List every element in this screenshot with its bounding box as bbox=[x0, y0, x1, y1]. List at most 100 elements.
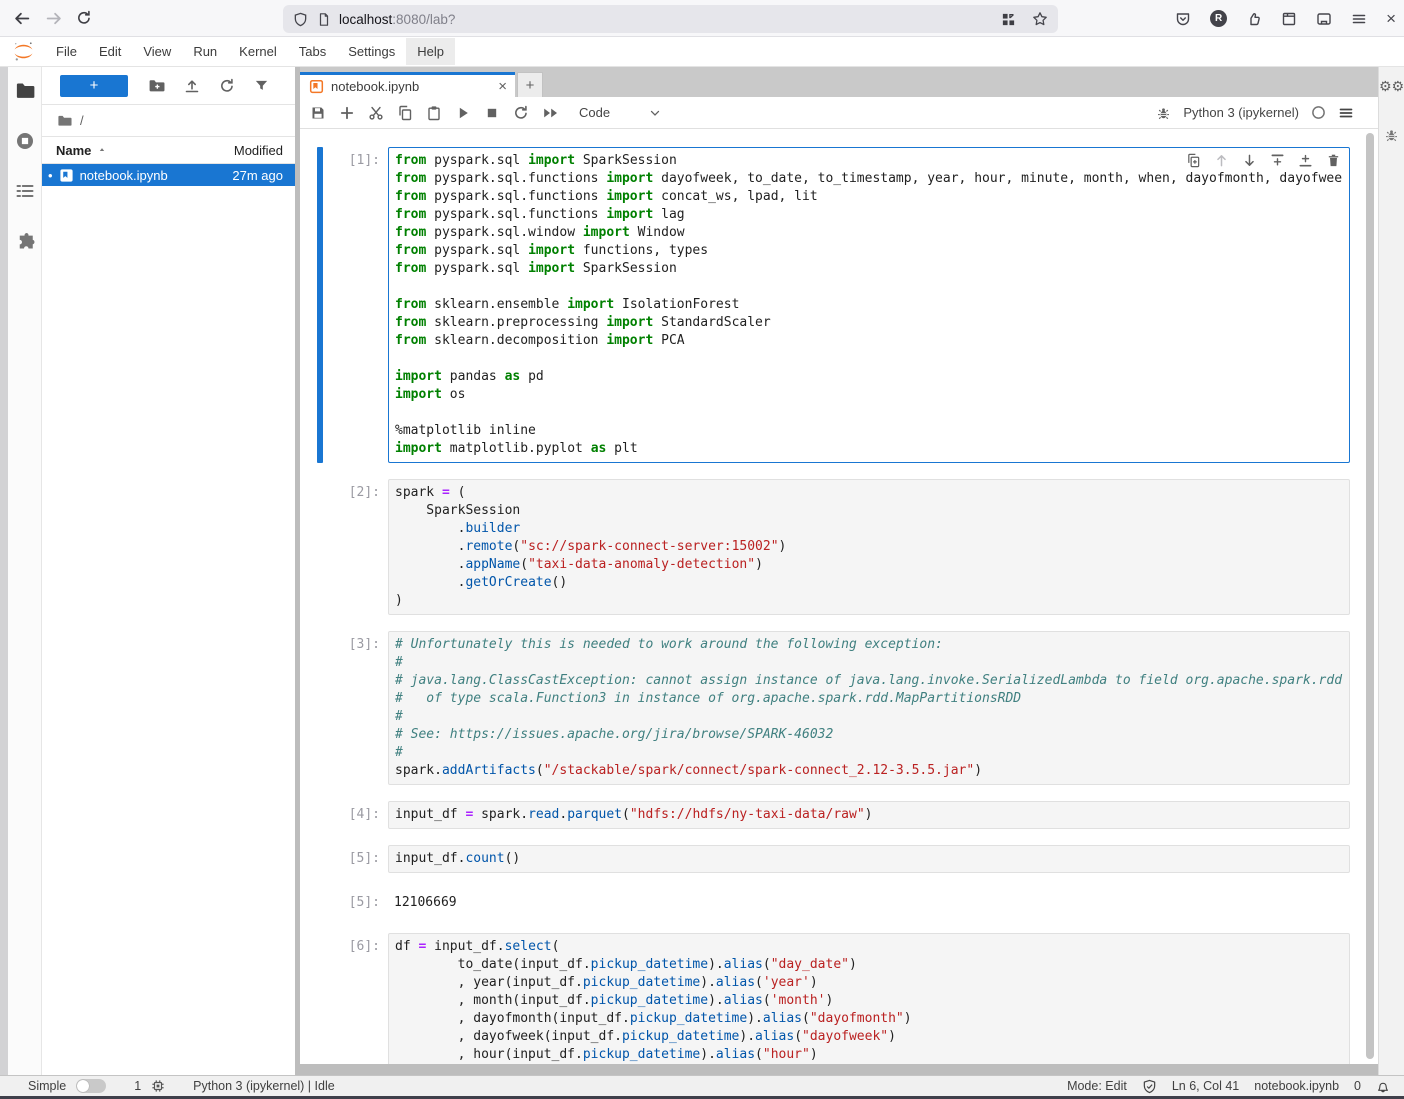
modified-column-header[interactable]: Modified bbox=[234, 143, 283, 158]
move-up-icon[interactable] bbox=[1214, 153, 1229, 168]
duplicate-icon[interactable] bbox=[1186, 153, 1201, 168]
menu-items: FileEditViewRunKernelTabsSettingsHelp bbox=[45, 37, 455, 66]
menu-item-file[interactable]: File bbox=[45, 38, 88, 65]
sort-ascending-icon[interactable] bbox=[97, 145, 107, 155]
library-icon[interactable] bbox=[1281, 11, 1297, 27]
new-tab-button[interactable]: + bbox=[517, 72, 543, 97]
file-browser-panel: + / Name Modified • bbox=[42, 67, 295, 1075]
running-kernels-icon[interactable] bbox=[15, 131, 35, 151]
notebook-menu-icon[interactable] bbox=[1338, 105, 1354, 121]
account-avatar[interactable]: R bbox=[1210, 10, 1227, 27]
name-column-header[interactable]: Name bbox=[56, 143, 91, 158]
code-line: spark.addArtifacts("/stackable/spark/con… bbox=[395, 762, 1343, 780]
stop-icon[interactable] bbox=[484, 105, 500, 121]
notification-count[interactable]: 0 bbox=[1354, 1079, 1361, 1093]
new-launcher-button[interactable]: + bbox=[60, 75, 128, 97]
cell-input[interactable]: spark = ( SparkSession .builder .remote(… bbox=[388, 479, 1350, 615]
add-cell-icon[interactable] bbox=[339, 105, 355, 121]
insert-above-icon[interactable] bbox=[1270, 153, 1285, 168]
file-list-headers: Name Modified bbox=[42, 137, 295, 164]
debugger-sidebar-icon[interactable] bbox=[1384, 127, 1399, 143]
pocket-icon[interactable] bbox=[1175, 11, 1191, 27]
trust-shield-icon[interactable] bbox=[1142, 1079, 1157, 1094]
restart-kernel-icon[interactable] bbox=[513, 105, 529, 121]
close-window-icon[interactable]: × bbox=[1386, 9, 1396, 29]
simple-mode-toggle[interactable] bbox=[76, 1079, 106, 1093]
kernel-name[interactable]: Python 3 (ipykernel) bbox=[1183, 105, 1299, 120]
notebook-file-icon bbox=[59, 168, 74, 183]
cursor-position[interactable]: Ln 6, Col 41 bbox=[1172, 1079, 1239, 1093]
breadcrumb-root[interactable]: / bbox=[80, 113, 84, 128]
file-list-item[interactable]: • notebook.ipynb 27m ago bbox=[42, 164, 295, 186]
code-line: , year(input_df.pickup_datetime).alias('… bbox=[395, 974, 1343, 992]
menu-item-view[interactable]: View bbox=[132, 38, 182, 65]
menu-item-help[interactable]: Help bbox=[406, 38, 455, 65]
breadcrumb[interactable]: / bbox=[42, 105, 295, 137]
cell-input[interactable]: # Unfortunately this is needed to work a… bbox=[388, 631, 1350, 785]
filter-icon[interactable] bbox=[254, 77, 269, 94]
code-line: # bbox=[395, 744, 1343, 762]
sidebar-icon[interactable] bbox=[1316, 11, 1332, 27]
back-icon[interactable] bbox=[14, 10, 31, 27]
debugger-bug-icon[interactable] bbox=[1156, 105, 1171, 121]
save-icon[interactable] bbox=[310, 105, 326, 121]
bell-icon[interactable] bbox=[1376, 1079, 1390, 1094]
url-bar[interactable]: localhost:8080/lab? bbox=[283, 5, 1058, 33]
cut-icon[interactable] bbox=[368, 105, 384, 121]
extension-manager-icon[interactable] bbox=[15, 231, 35, 251]
tab-notebook[interactable]: notebook.ipynb × bbox=[300, 72, 515, 97]
table-of-contents-icon[interactable] bbox=[15, 181, 35, 201]
kernel-status-text[interactable]: Python 3 (ipykernel) | Idle bbox=[193, 1079, 335, 1093]
cell-type-dropdown[interactable]: Code bbox=[579, 105, 662, 120]
paste-icon[interactable] bbox=[426, 105, 442, 121]
move-down-icon[interactable] bbox=[1242, 153, 1257, 168]
new-folder-icon[interactable] bbox=[148, 77, 165, 94]
cell-input[interactable]: input_df = spark.read.parquet("hdfs://hd… bbox=[388, 801, 1350, 829]
code-line bbox=[395, 350, 1343, 368]
forward-icon[interactable] bbox=[45, 10, 62, 27]
cell-input[interactable]: from pyspark.sql import SparkSessionfrom… bbox=[388, 147, 1350, 463]
run-all-icon[interactable] bbox=[542, 105, 560, 121]
file-browser-icon[interactable] bbox=[15, 81, 35, 101]
extension-icon[interactable] bbox=[1246, 11, 1262, 27]
upload-icon[interactable] bbox=[184, 77, 200, 94]
cell-input[interactable]: df = input_df.select( to_date(input_df.p… bbox=[388, 933, 1350, 1064]
status-bar: Simple 1 Python 3 (ipykernel) | Idle Mod… bbox=[0, 1075, 1404, 1096]
code-line: ) bbox=[395, 592, 1343, 610]
tab-title: notebook.ipynb bbox=[331, 79, 491, 94]
refresh-icon[interactable] bbox=[219, 77, 235, 94]
bookmark-star-icon[interactable] bbox=[1032, 11, 1048, 27]
menu-item-run[interactable]: Run bbox=[182, 38, 228, 65]
code-line: # java.lang.ClassCastException: cannot a… bbox=[395, 672, 1343, 690]
delete-icon[interactable] bbox=[1326, 153, 1341, 168]
status-filename[interactable]: notebook.ipynb bbox=[1254, 1079, 1339, 1093]
cell-prompt: [5]: bbox=[300, 894, 380, 912]
chevron-down-icon bbox=[648, 106, 662, 120]
menu-icon[interactable] bbox=[1351, 11, 1367, 27]
menu-item-settings[interactable]: Settings bbox=[337, 38, 406, 65]
screenshot-grid-icon[interactable] bbox=[1001, 12, 1016, 27]
menu-item-edit[interactable]: Edit bbox=[88, 38, 132, 65]
reload-icon[interactable] bbox=[76, 10, 92, 26]
code-line: 12106669 bbox=[394, 894, 1344, 912]
property-inspector-icon[interactable]: ⚙⚙ bbox=[1379, 79, 1404, 93]
code-line: import os bbox=[395, 386, 1343, 404]
kernel-status-icon[interactable] bbox=[1311, 105, 1326, 120]
shield-icon[interactable] bbox=[293, 12, 308, 27]
notebook-scrollbar[interactable] bbox=[1366, 133, 1374, 1059]
code-line: to_date(input_df.pickup_datetime).alias(… bbox=[395, 956, 1343, 974]
copy-icon[interactable] bbox=[397, 105, 413, 121]
menu-item-tabs[interactable]: Tabs bbox=[288, 38, 337, 65]
mode-indicator[interactable]: Mode: Edit bbox=[1067, 1079, 1127, 1093]
tab-close-icon[interactable]: × bbox=[498, 79, 507, 94]
jupyterlab-shell: + / Name Modified • bbox=[0, 67, 1404, 1075]
kernel-chip-icon[interactable] bbox=[151, 1079, 165, 1093]
run-icon[interactable] bbox=[455, 105, 471, 121]
cell-input[interactable]: input_df.count() bbox=[388, 845, 1350, 873]
cell-collapser[interactable] bbox=[317, 147, 323, 463]
unsaved-dot: • bbox=[48, 169, 53, 182]
insert-below-icon[interactable] bbox=[1298, 153, 1313, 168]
menu-item-kernel[interactable]: Kernel bbox=[228, 38, 288, 65]
kernel-count[interactable]: 1 bbox=[134, 1079, 141, 1093]
code-text: spark = ( SparkSession .builder .remote(… bbox=[395, 484, 1343, 610]
